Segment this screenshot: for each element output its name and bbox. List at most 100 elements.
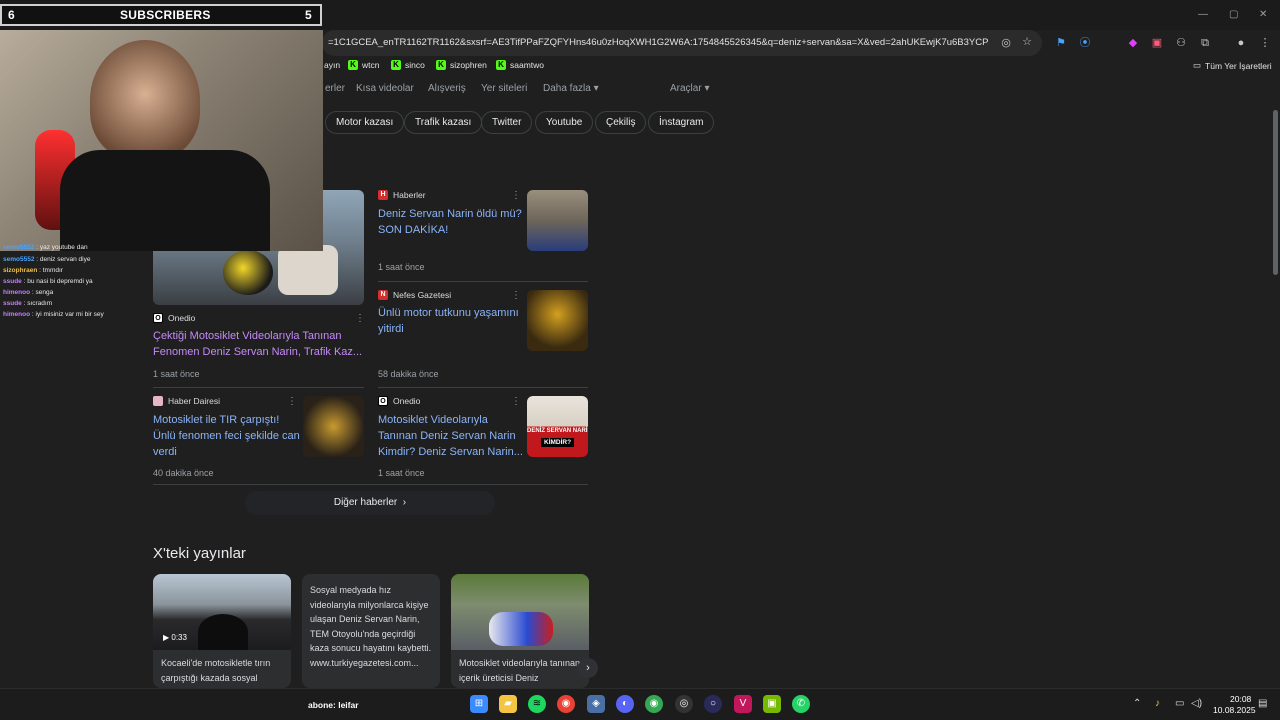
news-title[interactable]: Motosiklet Videolarıyla Tanınan Deniz Se… xyxy=(378,412,523,460)
section-title: X'teki yayınlar xyxy=(153,545,246,562)
spotify-icon[interactable]: ≋ xyxy=(528,695,546,713)
chat-message: semo5552 : deniz servan diye xyxy=(3,256,91,263)
x-post-card[interactable]: Sosyal medyada hız videolarıyla milyonla… xyxy=(302,574,440,688)
news-title[interactable]: Motosiklet ile TIR çarpıştı! Ünlü fenome… xyxy=(153,412,301,460)
bookmark-item[interactable]: Kwtcn xyxy=(348,60,379,70)
more-options-icon[interactable]: ⋮ xyxy=(287,396,297,407)
thumbnail-overlay-text: KİMDİR? xyxy=(541,438,575,447)
eye-off-icon[interactable]: ◎ xyxy=(998,36,1014,50)
microphone-icon[interactable]: ♪ xyxy=(1155,698,1160,709)
nefes-logo-icon: N xyxy=(378,290,388,300)
carousel-next-icon[interactable]: › xyxy=(578,658,598,678)
chevron-up-icon[interactable]: ⌃ xyxy=(1133,698,1141,709)
x-post-card[interactable]: Motosiklet videolarıyla tanınan içerik ü… xyxy=(451,574,589,688)
tab-news[interactable]: erler xyxy=(325,83,345,94)
chip-motor-kazasi[interactable]: Motor kazası xyxy=(325,111,405,134)
kick-icon: K xyxy=(436,60,446,70)
extensions-puzzle-icon[interactable]: ⧉ xyxy=(1197,36,1213,50)
onedio-logo-icon: O xyxy=(378,396,388,406)
chip-youtube[interactable]: Youtube xyxy=(535,111,594,134)
chat-message: semo5552 : yaz youtube dan xyxy=(3,244,88,251)
news-source: H Haberler xyxy=(378,190,426,200)
volume-icon[interactable]: ◁) xyxy=(1191,698,1202,709)
bookmark-item[interactable]: Ksinco xyxy=(391,60,425,70)
post-video-thumbnail[interactable]: ▶ 0:33 xyxy=(153,574,291,650)
chevron-down-icon: ▾ xyxy=(593,83,599,94)
obs-icon[interactable]: ◎ xyxy=(675,695,693,713)
tab-shopping[interactable]: Alışveriş xyxy=(428,83,466,94)
bookmark-item[interactable]: ayın xyxy=(324,60,340,70)
bookmark-star-icon[interactable]: ☆ xyxy=(1019,35,1035,49)
more-options-icon[interactable]: ⋮ xyxy=(511,290,521,301)
divider xyxy=(378,281,588,282)
chip-twitter[interactable]: Twitter xyxy=(481,111,533,134)
divider xyxy=(153,387,364,388)
chevron-right-icon: › xyxy=(402,497,407,508)
more-news-button[interactable]: Diğer haberler › xyxy=(245,491,495,515)
news-time: 58 dakika önce xyxy=(378,369,439,379)
chip-trafik-kazasi[interactable]: Trafik kazası xyxy=(404,111,483,134)
news-thumbnail[interactable] xyxy=(527,190,588,251)
news-time: 1 saat önce xyxy=(153,369,200,379)
news-time: 1 saat önce xyxy=(378,468,425,478)
chat-message: ssude : sıcradım xyxy=(3,300,53,307)
tab-places[interactable]: Yer siteleri xyxy=(481,83,527,94)
app-icon[interactable]: V xyxy=(734,695,752,713)
chat-message: sizophraen : tmmdır xyxy=(3,267,63,274)
news-time: 1 saat önce xyxy=(378,262,425,272)
news-thumbnail[interactable] xyxy=(527,290,588,351)
extension-icon[interactable]: ⚇ xyxy=(1173,36,1189,50)
app-icon[interactable]: ◈ xyxy=(587,695,605,713)
chat-message: himenoo : iyi misiniz var mi bir sey xyxy=(3,311,104,318)
nvidia-icon[interactable]: ▣ xyxy=(763,695,781,713)
network-icon[interactable]: ▭ xyxy=(1175,698,1184,709)
app-icon[interactable]: ○ xyxy=(704,695,722,713)
whatsapp-icon[interactable]: ✆ xyxy=(792,695,810,713)
chrome-profile-icon[interactable]: ◉ xyxy=(645,695,663,713)
all-bookmarks[interactable]: ▭ Tüm Yer İşaretleri xyxy=(1193,60,1272,71)
more-options-icon[interactable]: ⋮ xyxy=(511,396,521,407)
tab-more[interactable]: Daha fazla ▾ xyxy=(543,83,599,94)
haberler-logo-icon: H xyxy=(378,190,388,200)
thumbnail-overlay-text: DENİZ SERVAN NARİN xyxy=(527,428,588,434)
haber-dairesi-logo-icon xyxy=(153,396,163,406)
minimize-icon[interactable]: — xyxy=(1198,9,1208,20)
bookmark-item[interactable]: Ksizophren xyxy=(436,60,487,70)
chrome-icon[interactable]: ◉ xyxy=(557,695,575,713)
maximize-icon[interactable]: ▢ xyxy=(1229,9,1238,20)
extension-icon[interactable]: ▣ xyxy=(1149,36,1165,50)
bookmark-item[interactable]: Ksaamtwo xyxy=(496,60,544,70)
folder-icon: ▭ xyxy=(1193,60,1202,70)
taskbar xyxy=(0,688,1280,720)
tab-short-videos[interactable]: Kısa videolar xyxy=(356,83,414,94)
news-title[interactable]: Ünlü motor tutkunu yaşamını yitirdi xyxy=(378,305,523,337)
scrollbar-thumb[interactable] xyxy=(1273,110,1278,275)
extension-icon[interactable]: ⚑ xyxy=(1053,36,1069,50)
news-title[interactable]: Çektiği Motosiklet Videolarıyla Tanınan … xyxy=(153,328,363,360)
file-explorer-icon[interactable]: ▰ xyxy=(499,695,517,713)
extension-icon[interactable]: ◆ xyxy=(1125,36,1141,50)
x-post-card[interactable]: ▶ 0:33 Kocaeli'de motosikletle tırın çar… xyxy=(153,574,291,688)
notification-icon[interactable]: ▤ xyxy=(1258,698,1267,709)
menu-dots-icon[interactable]: ⋮ xyxy=(1257,36,1273,50)
extension-icon[interactable]: ⦿ xyxy=(1077,36,1093,50)
chip-instagram[interactable]: İnstagram xyxy=(648,111,715,134)
clock-time[interactable]: 20:08 xyxy=(1230,694,1251,704)
post-text: Sosyal medyada hız videolarıyla milyonla… xyxy=(310,585,432,668)
profile-avatar-icon[interactable]: ● xyxy=(1233,36,1249,50)
news-thumbnail[interactable]: DENİZ SERVAN NARİN KİMDİR? xyxy=(527,396,588,457)
video-duration: ▶ 0:33 xyxy=(163,633,187,642)
discord-icon[interactable]: ◐ xyxy=(616,695,634,713)
more-options-icon[interactable]: ⋮ xyxy=(355,313,365,324)
chip-cekilis[interactable]: Çekiliş xyxy=(595,111,647,134)
tools-button[interactable]: Araçlar ▾ xyxy=(670,83,710,94)
start-icon[interactable]: ⊞ xyxy=(470,695,488,713)
news-title[interactable]: Deniz Servan Narin öldü mü? SON DAKİKA! xyxy=(378,206,523,238)
news-thumbnail[interactable] xyxy=(303,396,364,457)
more-options-icon[interactable]: ⋮ xyxy=(511,190,521,201)
post-image[interactable] xyxy=(451,574,589,650)
clock-date[interactable]: 10.08.2025 xyxy=(1213,705,1256,715)
url-text[interactable]: =1C1GCEA_enTR1162TR1162&sxsrf=AE3TifPPaF… xyxy=(328,37,988,48)
close-icon[interactable]: ✕ xyxy=(1259,9,1267,20)
kick-icon: K xyxy=(348,60,358,70)
